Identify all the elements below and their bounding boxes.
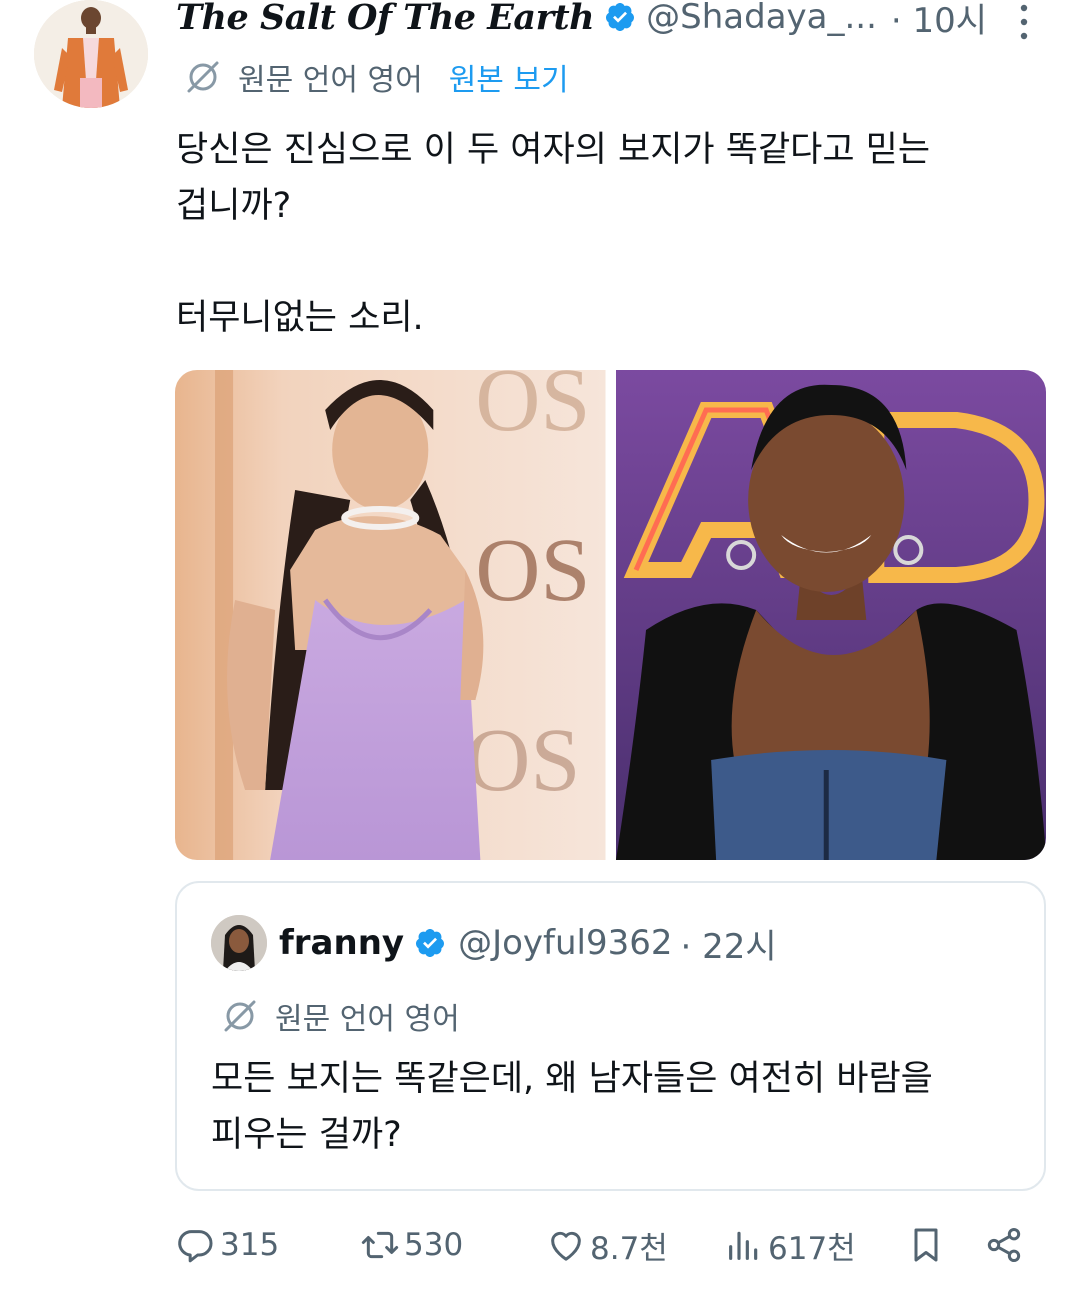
- tweet-media[interactable]: OS OS OS: [175, 370, 1046, 860]
- verified-badge-icon[interactable]: [604, 1, 636, 33]
- reply-icon: [178, 1230, 213, 1263]
- tweet-timestamp[interactable]: · 10시: [891, 0, 987, 42]
- like-count: 8.7천: [590, 1230, 668, 1267]
- repost-count: 530: [404, 1227, 464, 1263]
- quoted-tweet-timestamp[interactable]: · 22시: [681, 919, 777, 968]
- author-avatar-image: [34, 0, 148, 108]
- author-handle[interactable]: @Shadaya_...: [646, 0, 877, 37]
- bookmark-icon: [914, 1228, 938, 1262]
- bookmark-button[interactable]: [906, 1218, 946, 1272]
- svg-text:OS: OS: [465, 711, 580, 810]
- media-photo-1[interactable]: OS OS OS: [175, 370, 606, 860]
- like-icon: [551, 1231, 581, 1261]
- verified-badge-icon[interactable]: [414, 927, 446, 959]
- quoted-author-handle[interactable]: @Joyful9362: [458, 923, 672, 963]
- photo-woman-lilac-dress: OS OS OS: [175, 370, 606, 860]
- quoted-author-display-name[interactable]: franny: [279, 923, 404, 963]
- svg-text:OS: OS: [475, 370, 590, 450]
- share-icon: [987, 1228, 1021, 1262]
- like-button[interactable]: 8.7천: [546, 1218, 668, 1272]
- reply-count: 315: [220, 1227, 280, 1263]
- view-original-link[interactable]: 원본 보기: [449, 55, 569, 99]
- tweet-header: The Salt Of The Earth @Shadaya_... · 10시: [176, 0, 987, 42]
- quoted-tweet-text: 모든 보지는 똑같은데, 왜 남자들은 여전히 바람을 피우는 걸까?: [211, 1059, 933, 1155]
- media-photo-2[interactable]: [615, 370, 1046, 860]
- repost-icon: [361, 1231, 399, 1259]
- tweet-action-bar: 315 530 8.7천 617천: [176, 1218, 1036, 1272]
- author-display-name[interactable]: The Salt Of The Earth: [176, 0, 595, 38]
- views-icon: [729, 1231, 758, 1260]
- reply-button[interactable]: 315: [176, 1218, 279, 1272]
- quoted-tweet[interactable]: franny @Joyful9362 · 22시 원문 언어 영어 모든 보지는…: [175, 881, 1046, 1191]
- author-avatar[interactable]: [34, 0, 148, 108]
- translate-icon: [224, 1000, 256, 1032]
- quoted-author-avatar-image: [211, 915, 267, 971]
- views-button[interactable]: 617천: [724, 1218, 856, 1272]
- translation-note: 원문 언어 영어: [238, 63, 423, 98]
- quoted-translation-row: 원문 언어 영어: [223, 995, 460, 1037]
- translation-row: 원문 언어 영어 원본 보기: [186, 56, 569, 98]
- photo-woman-denim-top: [615, 370, 1046, 860]
- translate-icon: [187, 61, 219, 93]
- quoted-tweet-header: franny @Joyful9362 · 22시: [211, 915, 777, 971]
- quoted-translation-note: 원문 언어 영어: [275, 1002, 460, 1037]
- share-button[interactable]: [984, 1218, 1024, 1272]
- quoted-author-avatar[interactable]: [211, 915, 267, 971]
- tweet-text: 당신은 진심으로 이 두 여자의 보지가 똑같다고 믿는 겁니까? 터무니없는 …: [176, 130, 931, 338]
- more-icon[interactable]: [1012, 2, 1036, 42]
- repost-button[interactable]: 530: [360, 1218, 463, 1272]
- svg-text:OS: OS: [475, 521, 590, 620]
- views-count: 617천: [768, 1230, 856, 1267]
